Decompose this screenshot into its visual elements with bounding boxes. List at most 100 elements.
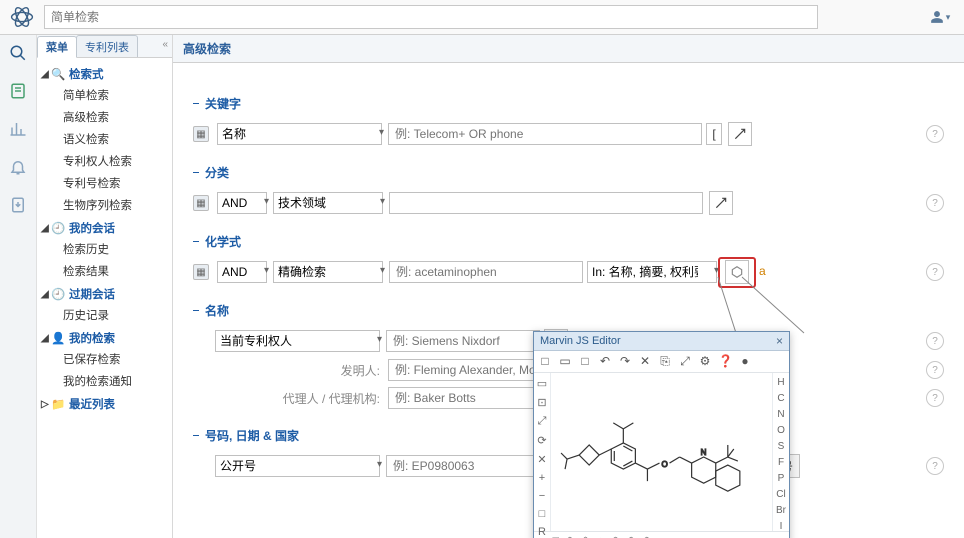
add-row-button[interactable]: ▦ (193, 195, 209, 211)
tree-item[interactable]: 已保存检索 (63, 348, 168, 370)
tree-group-session[interactable]: ◢🕘我的会话 (41, 218, 168, 238)
tree-item[interactable]: 专利号检索 (63, 172, 168, 194)
tree-item[interactable]: 检索历史 (63, 238, 168, 260)
tree-item[interactable]: 我的检索通知 (63, 370, 168, 392)
tree-item[interactable]: 历史记录 (63, 304, 168, 326)
rail-download-icon[interactable] (8, 195, 28, 215)
elem-N[interactable]: N (777, 409, 784, 420)
help-icon[interactable]: ? (926, 263, 944, 281)
elem-Cl[interactable]: Cl (776, 489, 785, 500)
tree-item[interactable]: 检索结果 (63, 260, 168, 282)
tool-save-icon[interactable]: □ (578, 354, 592, 369)
section-chemical: 化学式 (193, 233, 944, 250)
help-icon[interactable]: ? (926, 332, 944, 350)
chem-input[interactable] (389, 261, 583, 283)
btool-benzene[interactable]: ⬡ (565, 535, 575, 538)
chem-mode-select[interactable]: 精确检索 (273, 261, 383, 283)
global-search-input[interactable] (44, 5, 818, 29)
tree-item[interactable]: 语义检索 (63, 128, 168, 150)
rail-chart-icon[interactable] (8, 119, 28, 139)
btool-cyclohexane[interactable]: ⬡ (611, 535, 621, 538)
wand-button[interactable] (728, 122, 752, 146)
help-icon[interactable]: ? (926, 457, 944, 475)
tool-zoom-icon[interactable]: ⤢ (678, 354, 692, 369)
add-row-button[interactable]: ▦ (193, 264, 209, 280)
app-logo (8, 3, 36, 31)
btool-cyclopentane[interactable]: ⬠ (581, 535, 591, 538)
help-icon[interactable]: ? (926, 194, 944, 212)
inventor-input[interactable] (388, 359, 542, 381)
add-row-button[interactable]: ▦ (193, 126, 209, 142)
btool-cycloheptane[interactable]: ⬡ (626, 535, 636, 538)
op-toggle[interactable]: [ (706, 123, 722, 145)
editor-canvas[interactable]: O N (551, 373, 772, 531)
tab-menu[interactable]: 菜单 (37, 36, 77, 58)
elem-F[interactable]: F (778, 457, 784, 468)
icon-rail (0, 35, 37, 538)
ltool-selection[interactable]: ▭ (537, 377, 547, 390)
tree-item[interactable]: 生物序列检索 (63, 194, 168, 216)
btool-cyclooctane[interactable]: ⬡ (642, 535, 652, 538)
sidebar-tree: ◢🔍检索式 简单检索 高级检索 语义检索 专利权人检索 专利号检索 生物序列检索… (37, 58, 172, 422)
tool-about-icon[interactable]: ● (738, 354, 752, 369)
sidebar-collapse-icon[interactable]: « (162, 39, 168, 50)
btool-cyclobutane[interactable]: ◇ (596, 535, 604, 538)
elem-S[interactable]: S (778, 441, 785, 452)
help-icon[interactable]: ? (926, 361, 944, 379)
ltool-zoom[interactable]: ⤢ (538, 415, 547, 428)
tool-copy-icon[interactable]: ⎘ (658, 354, 672, 369)
global-search[interactable] (44, 5, 804, 29)
tree-group-search[interactable]: ◢🔍检索式 (41, 64, 168, 84)
attorney-input[interactable] (388, 387, 542, 409)
chem-op-select[interactable]: AND (217, 261, 267, 283)
ltool-minus[interactable]: − (539, 490, 545, 502)
rail-document-icon[interactable] (8, 81, 28, 101)
rail-search-icon[interactable] (8, 43, 28, 63)
assignee-input[interactable] (386, 330, 540, 352)
section-keyword: 关键字 (193, 95, 944, 112)
keyword-input[interactable] (388, 123, 702, 145)
chem-scope-select[interactable]: In: 名称, 摘要, 权利要求 (587, 261, 717, 283)
ltool-plus[interactable]: + (539, 472, 545, 484)
main-title: 高级检索 (173, 35, 964, 63)
elem-O[interactable]: O (777, 425, 785, 436)
ltool-lasso[interactable]: ⊡ (537, 396, 546, 409)
tool-help-icon[interactable]: ❓ (718, 354, 732, 369)
elem-H[interactable]: H (777, 377, 784, 388)
structure-editor-button[interactable] (725, 260, 749, 284)
tree-group-mysearch[interactable]: ◢👤我的检索 (41, 328, 168, 348)
tool-cut-icon[interactable]: ✕ (638, 354, 652, 369)
help-icon[interactable]: ? (926, 389, 944, 407)
tree-group-recent[interactable]: ▷📁最近列表 (41, 394, 168, 414)
names-field-select[interactable]: 当前专利权人 (215, 330, 380, 352)
rail-bell-icon[interactable] (8, 157, 28, 177)
tool-redo-icon[interactable]: ↷ (618, 354, 632, 369)
tool-settings-icon[interactable]: ⚙ (698, 354, 712, 369)
wand-button[interactable] (709, 191, 733, 215)
ltool-erase[interactable]: ✕ (537, 453, 546, 466)
close-icon[interactable]: × (776, 334, 783, 348)
elem-C[interactable]: C (777, 393, 784, 404)
elem-I[interactable]: I (780, 521, 783, 532)
elem-Br[interactable]: Br (776, 505, 786, 516)
tool-undo-icon[interactable]: ↶ (598, 354, 612, 369)
tree-item[interactable]: 专利权人检索 (63, 150, 168, 172)
tree-item[interactable]: 简单检索 (63, 84, 168, 106)
keyword-field-select[interactable]: 名称 (217, 123, 382, 145)
class-op-select[interactable]: AND (217, 192, 267, 214)
tree-item[interactable]: 高级检索 (63, 106, 168, 128)
elem-P[interactable]: P (778, 473, 785, 484)
tab-patent-list[interactable]: 专利列表 (76, 35, 138, 57)
user-menu-button[interactable]: ▾ (924, 4, 956, 30)
tool-open-icon[interactable]: ▭ (558, 354, 572, 369)
ltool-rotate[interactable]: ⟳ (537, 434, 546, 447)
layout: « 菜单 专利列表 ◢🔍检索式 简单检索 高级检索 语义检索 专利权人检索 专利… (0, 35, 964, 538)
class-input[interactable] (389, 192, 703, 214)
tree-group-expired[interactable]: ◢🕘过期会话 (41, 284, 168, 304)
ltool-rect[interactable]: □ (539, 508, 546, 520)
help-icon[interactable]: ? (926, 125, 944, 143)
numbers-input[interactable] (386, 455, 540, 477)
class-field-select[interactable]: 技术领域 (273, 192, 383, 214)
tool-new-icon[interactable]: □ (538, 354, 552, 369)
numbers-field-select[interactable]: 公开号 (215, 455, 380, 477)
